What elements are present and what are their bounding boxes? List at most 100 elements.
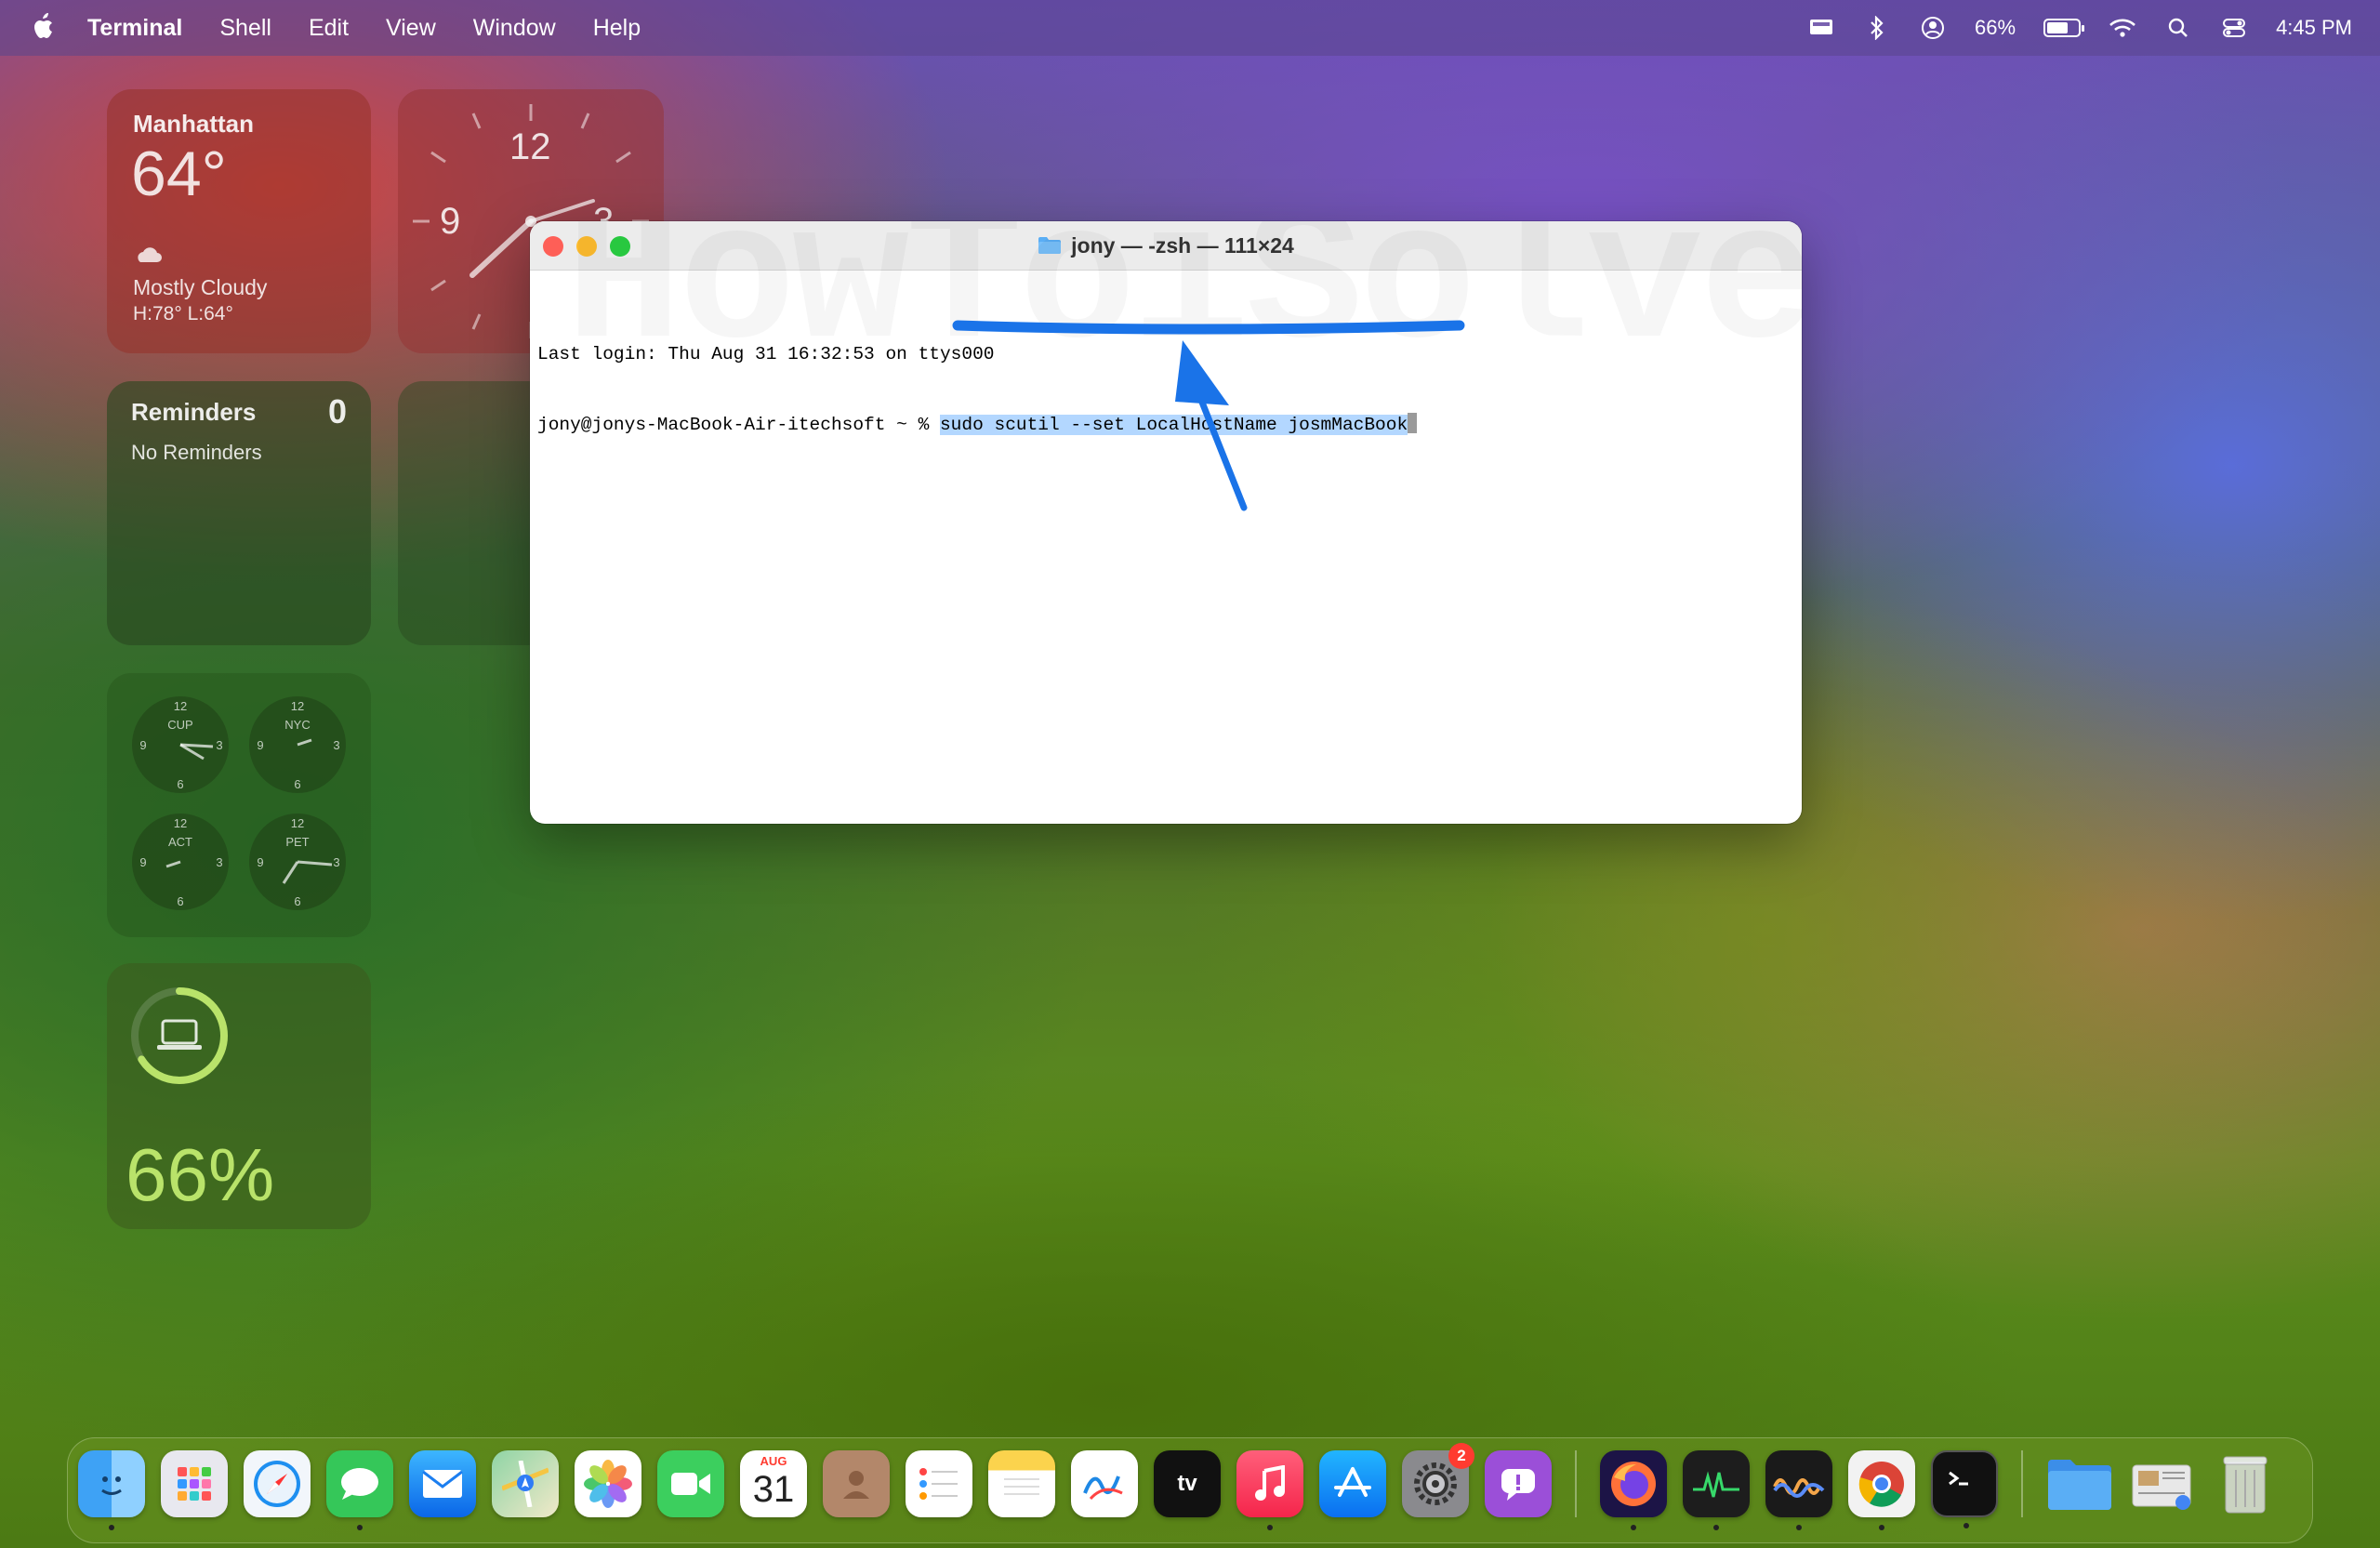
terminal-line-login: Last login: Thu Aug 31 16:32:53 on ttys0… [537, 344, 995, 364]
freeform-icon[interactable] [1071, 1450, 1138, 1517]
laptop-icon [157, 1019, 202, 1050]
shell-prompt: jony@jonys-MacBook-Air-itechsoft ~ % [537, 415, 940, 435]
cloud-icon [138, 247, 162, 262]
finder-icon[interactable] [78, 1450, 145, 1530]
battery-icon[interactable] [2043, 19, 2085, 37]
svg-text:3: 3 [216, 738, 222, 752]
svg-text:3: 3 [333, 738, 339, 752]
svg-text:9: 9 [139, 738, 146, 752]
bluetooth-icon[interactable] [1863, 14, 1891, 42]
running-indicator [1713, 1525, 1719, 1530]
svg-text:12: 12 [291, 816, 304, 830]
battery-percent: 66% [1975, 16, 2016, 39]
window-title: jony — -zsh — 111×24 [530, 221, 1802, 270]
world-clock-label: ACT [168, 835, 192, 849]
battery-widget[interactable]: 66% [107, 963, 371, 1229]
world-clock-cup: 12 9 3 6 CUP [129, 694, 231, 796]
svg-text:6: 6 [177, 894, 183, 908]
dock-icons: AUG 31 tv 2 [78, 1443, 2279, 1530]
svg-text:9: 9 [257, 855, 263, 869]
reminders-count: 0 [327, 392, 347, 430]
safari-icon[interactable] [244, 1450, 311, 1517]
firefox-icon[interactable] [1600, 1450, 1667, 1530]
calendar-month: AUG [760, 1454, 787, 1468]
svg-text:6: 6 [294, 894, 300, 908]
svg-text:9: 9 [139, 855, 146, 869]
music-icon[interactable] [1236, 1450, 1303, 1530]
svg-text:12: 12 [291, 699, 304, 713]
menu-clock[interactable]: 4:45 PM [2276, 16, 2352, 40]
notification-badge: 2 [1448, 1443, 1474, 1469]
menu-help[interactable]: Help [593, 15, 641, 42]
activity-monitor-icon[interactable] [1683, 1450, 1750, 1530]
svg-text:6: 6 [177, 777, 183, 791]
window-title-text: jony — -zsh — 111×24 [1071, 232, 1294, 258]
menu-shell[interactable]: Shell [219, 15, 271, 42]
svg-text:9: 9 [257, 738, 263, 752]
messages-icon[interactable] [326, 1450, 393, 1530]
battery-ring [131, 987, 228, 1084]
calendar-icon[interactable]: AUG 31 [740, 1450, 807, 1517]
running-indicator [109, 1525, 114, 1530]
voice-icon[interactable] [1765, 1450, 1832, 1530]
running-indicator [1796, 1525, 1802, 1530]
weather-widget[interactable]: Manhattan 64° Mostly Cloudy H:78° L:64° [107, 89, 371, 353]
folder-icon[interactable] [2046, 1450, 2113, 1517]
running-indicator [1879, 1525, 1884, 1530]
svg-text:3: 3 [216, 855, 222, 869]
facetime-icon[interactable] [657, 1450, 724, 1517]
display-icon[interactable] [1807, 14, 1835, 42]
running-indicator [1267, 1525, 1273, 1530]
weather-temp: 64° [131, 139, 227, 209]
launchpad-icon[interactable] [161, 1450, 228, 1517]
running-indicator [357, 1525, 363, 1530]
menu-app-name[interactable]: Terminal [87, 15, 182, 42]
svg-text:6: 6 [294, 777, 300, 791]
weather-condition: Mostly Cloudy [133, 275, 268, 299]
photos-icon[interactable] [575, 1450, 641, 1517]
chrome-icon[interactable] [1848, 1450, 1915, 1530]
terminal-content[interactable]: HowToiSolve.com Last login: Thu Aug 31 1… [537, 273, 1794, 816]
world-clock-widget[interactable]: 12 9 3 6 CUP 12 9 3 6 NYC 12 9 3 6 ACT 12 9 3 6 PET [107, 673, 371, 937]
menu-edit[interactable]: Edit [309, 15, 349, 42]
dock-separator [2021, 1450, 2023, 1517]
preview-icon[interactable] [2129, 1450, 2196, 1517]
contacts-icon[interactable] [823, 1450, 890, 1517]
notes-icon[interactable] [988, 1450, 1055, 1517]
clock-numeral-9: 9 [440, 201, 461, 242]
menu-view[interactable]: View [386, 15, 436, 42]
appstore-icon[interactable] [1319, 1450, 1386, 1517]
apple-icon[interactable] [30, 11, 58, 43]
reminders-empty-text: No Reminders [131, 441, 262, 464]
world-clock-nyc: 12 9 3 6 NYC [246, 694, 349, 796]
terminal-icon[interactable] [1931, 1450, 1998, 1528]
battery-widget-percent: 66% [126, 1133, 275, 1216]
watermark-text: HowToiSolve.com [565, 273, 1802, 297]
maps-icon[interactable] [492, 1450, 559, 1517]
settings-icon[interactable]: 2 [1402, 1443, 1474, 1517]
blank-widget [398, 381, 537, 645]
selected-command[interactable]: sudo scutil --set LocalHostName josmMacB… [939, 415, 1408, 435]
weather-high-low: H:78° L:64° [133, 303, 233, 324]
world-clock-label: CUP [167, 718, 192, 732]
terminal-titlebar[interactable]: jony — -zsh — 111×24 [530, 221, 1802, 271]
appletv-icon[interactable]: tv [1154, 1450, 1221, 1517]
reminders-icon[interactable] [906, 1450, 972, 1517]
trash-icon[interactable] [2212, 1450, 2279, 1517]
terminal-line-command: jony@jonys-MacBook-Air-itechsoft ~ % sud… [537, 413, 1794, 437]
control-center-icon[interactable] [2220, 14, 2248, 42]
spotlight-search-icon[interactable] [2164, 14, 2192, 42]
feedback-icon[interactable] [1485, 1450, 1552, 1517]
svg-text:12: 12 [174, 816, 187, 830]
menu-window[interactable]: Window [473, 15, 556, 42]
reminders-title: Reminders [131, 398, 257, 426]
wifi-icon[interactable] [2109, 14, 2136, 42]
appletv-label: tv [1177, 1471, 1197, 1496]
world-clock-label: PET [285, 835, 309, 849]
world-clock-act: 12 9 3 6 ACT [129, 811, 231, 913]
user-icon[interactable] [1919, 14, 1947, 42]
reminders-widget[interactable]: Reminders 0 No Reminders [107, 381, 371, 645]
mail-icon[interactable] [409, 1450, 476, 1517]
weather-city: Manhattan [133, 110, 254, 138]
terminal-window[interactable]: jony — -zsh — 111×24 HowToiSolve.com Las… [530, 221, 1802, 824]
